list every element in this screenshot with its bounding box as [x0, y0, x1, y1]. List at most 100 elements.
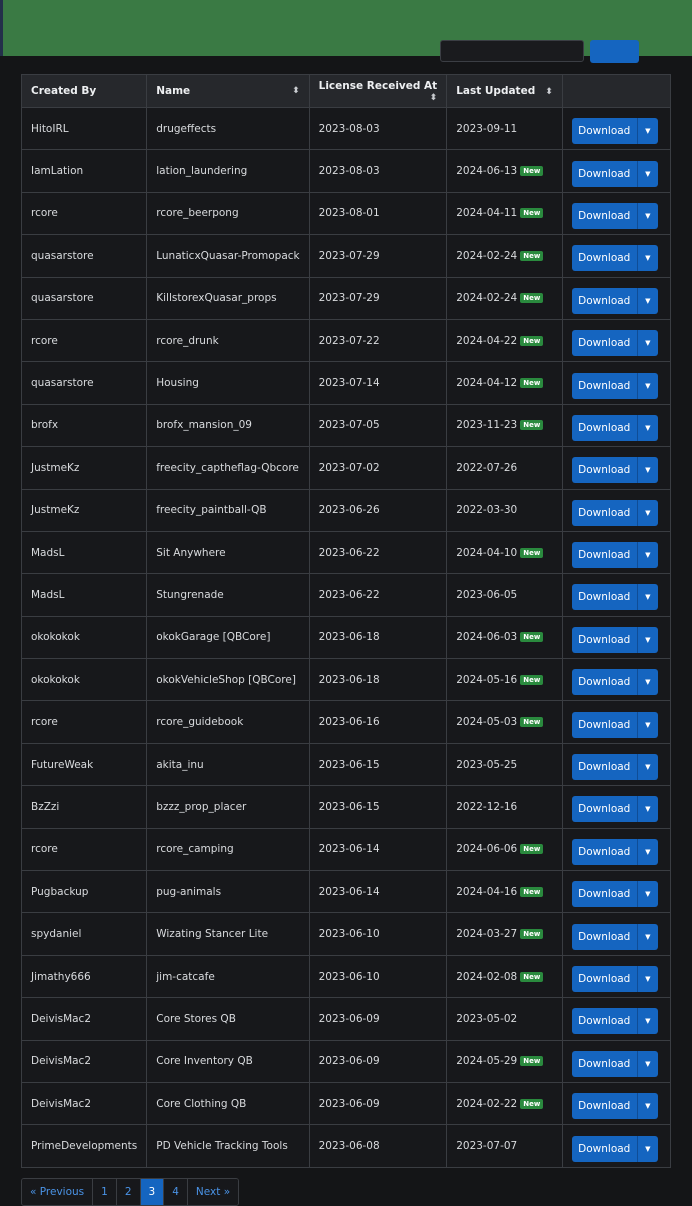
cell-license-received: 2023-06-26 [308, 488, 448, 532]
caret-down-icon[interactable]: ▼ [637, 1135, 658, 1162]
download-button[interactable]: Download [571, 626, 638, 653]
download-button[interactable]: Download [571, 457, 638, 484]
download-button[interactable]: Download [571, 1093, 638, 1120]
cell-last-updated: 2024-06-06 New [446, 827, 563, 872]
download-button[interactable]: Download [571, 966, 638, 992]
header-last-updated[interactable]: Last Updated ⬍ [446, 74, 563, 108]
cell-name: freecity_paintball-QB [146, 488, 310, 532]
download-button[interactable]: Download [571, 499, 638, 526]
page-button-4[interactable]: 4 [164, 1179, 188, 1205]
download-button[interactable]: Download [571, 160, 638, 187]
cell-last-updated: 2024-06-13 New [446, 149, 563, 193]
cell-name: freecity_captheflag-Qbcore [146, 446, 310, 490]
download-button[interactable]: Download [571, 881, 638, 908]
download-button[interactable]: Download [571, 287, 638, 314]
caret-down-icon[interactable]: ▼ [637, 542, 658, 569]
caret-down-icon[interactable]: ▼ [637, 796, 658, 823]
cell-last-updated: 2024-04-16 New [446, 870, 563, 914]
caret-down-icon[interactable]: ▼ [637, 626, 658, 653]
cell-last-updated: 2024-02-08 New [446, 954, 563, 999]
cell-created-by: okokokok [20, 615, 148, 660]
cell-last-updated: 2024-05-16 New [446, 658, 563, 702]
cell-actions: Download ▼ [561, 318, 671, 363]
top-banner [0, 0, 692, 56]
caret-down-icon[interactable]: ▼ [637, 160, 658, 187]
caret-down-icon[interactable]: ▼ [637, 1008, 658, 1035]
cell-actions: Download ▼ [561, 827, 671, 872]
caret-down-icon[interactable]: ▼ [637, 414, 658, 441]
caret-down-icon[interactable]: ▼ [637, 372, 658, 399]
caret-down-icon[interactable]: ▼ [637, 584, 658, 611]
cell-name: Core Stores QB [146, 997, 310, 1041]
caret-down-icon[interactable]: ▼ [637, 881, 658, 908]
download-button[interactable]: Download [571, 202, 638, 229]
cell-created-by: spydaniel [20, 912, 148, 956]
cell-actions: Download ▼ [561, 403, 671, 448]
cell-actions: Download ▼ [561, 573, 671, 617]
caret-down-icon[interactable]: ▼ [637, 754, 658, 781]
download-button[interactable]: Download [571, 669, 638, 696]
download-split-button: Download ▼ [571, 838, 658, 865]
download-button[interactable]: Download [571, 584, 638, 611]
cell-name: Stungrenade [146, 573, 310, 617]
table-row: rcore rcore_guidebook 2023-06-16 2024-05-03… [20, 700, 671, 744]
sort-icon[interactable]: ⬍ [292, 86, 300, 96]
page-button-1[interactable]: 1 [93, 1179, 117, 1205]
sort-icon[interactable]: ⬍ [430, 93, 438, 103]
download-button[interactable]: Download [571, 414, 638, 441]
caret-down-icon[interactable]: ▼ [637, 499, 658, 526]
caret-down-icon[interactable]: ▼ [637, 966, 658, 992]
next-page-button[interactable]: Next » [187, 1179, 239, 1205]
download-button[interactable]: Download [571, 1050, 638, 1077]
previous-page-button[interactable]: « Previous [22, 1179, 94, 1205]
caret-down-icon[interactable]: ▼ [637, 838, 658, 865]
caret-down-icon[interactable]: ▼ [637, 330, 658, 357]
cell-license-received: 2023-06-08 [308, 1124, 448, 1168]
page-button-2[interactable]: 2 [116, 1179, 141, 1205]
caret-down-icon[interactable]: ▼ [637, 118, 658, 145]
cell-actions: Download ▼ [561, 361, 671, 405]
download-button[interactable]: Download [571, 754, 638, 781]
download-button[interactable]: Download [571, 1135, 638, 1162]
caret-down-icon[interactable]: ▼ [637, 287, 658, 314]
download-button[interactable]: Download [571, 330, 638, 357]
search-button[interactable] [590, 40, 639, 63]
cell-actions: Download ▼ [561, 530, 671, 575]
caret-down-icon[interactable]: ▼ [637, 457, 658, 484]
download-button[interactable]: Download [571, 796, 638, 823]
page-button-3[interactable]: 3 [140, 1179, 165, 1205]
cell-created-by: okokokok [20, 658, 148, 702]
cell-name: akita_inu [146, 742, 310, 787]
download-button[interactable]: Download [571, 711, 638, 738]
cell-last-updated: 2024-05-29 New [446, 1039, 563, 1083]
cell-created-by: HitoIRL [20, 106, 148, 151]
search-input[interactable] [440, 40, 584, 62]
download-button[interactable]: Download [571, 245, 638, 272]
cell-actions: Download ▼ [561, 1039, 671, 1083]
download-button[interactable]: Download [571, 838, 638, 865]
caret-down-icon[interactable]: ▼ [637, 1050, 658, 1077]
cell-license-received: 2023-06-16 [308, 700, 448, 744]
cell-created-by: rcore [20, 700, 148, 744]
cell-created-by: PrimeDevelopments [20, 1124, 148, 1168]
download-button[interactable]: Download [571, 923, 638, 950]
caret-down-icon[interactable]: ▼ [637, 245, 658, 272]
new-badge: New [520, 166, 544, 177]
header-license-received[interactable]: License Received At ⬍ [308, 74, 448, 108]
download-split-button: Download ▼ [571, 202, 658, 229]
cell-license-received: 2023-06-22 [308, 530, 448, 575]
caret-down-icon[interactable]: ▼ [637, 202, 658, 229]
cell-name: Housing [146, 361, 310, 405]
caret-down-icon[interactable]: ▼ [637, 711, 658, 738]
sort-icon[interactable]: ⬍ [545, 87, 553, 97]
download-button[interactable]: Download [571, 372, 638, 399]
download-button[interactable]: Download [571, 118, 638, 145]
caret-down-icon[interactable]: ▼ [637, 923, 658, 950]
download-button[interactable]: Download [571, 542, 638, 569]
header-name[interactable]: Name ⬍ [146, 74, 310, 108]
download-split-button: Download ▼ [571, 881, 658, 908]
caret-down-icon[interactable]: ▼ [637, 669, 658, 696]
caret-down-icon[interactable]: ▼ [637, 1093, 658, 1120]
download-button[interactable]: Download [571, 1008, 638, 1035]
license-table-container: Created By Name ⬍ License Received At ⬍ La… [20, 74, 671, 1168]
